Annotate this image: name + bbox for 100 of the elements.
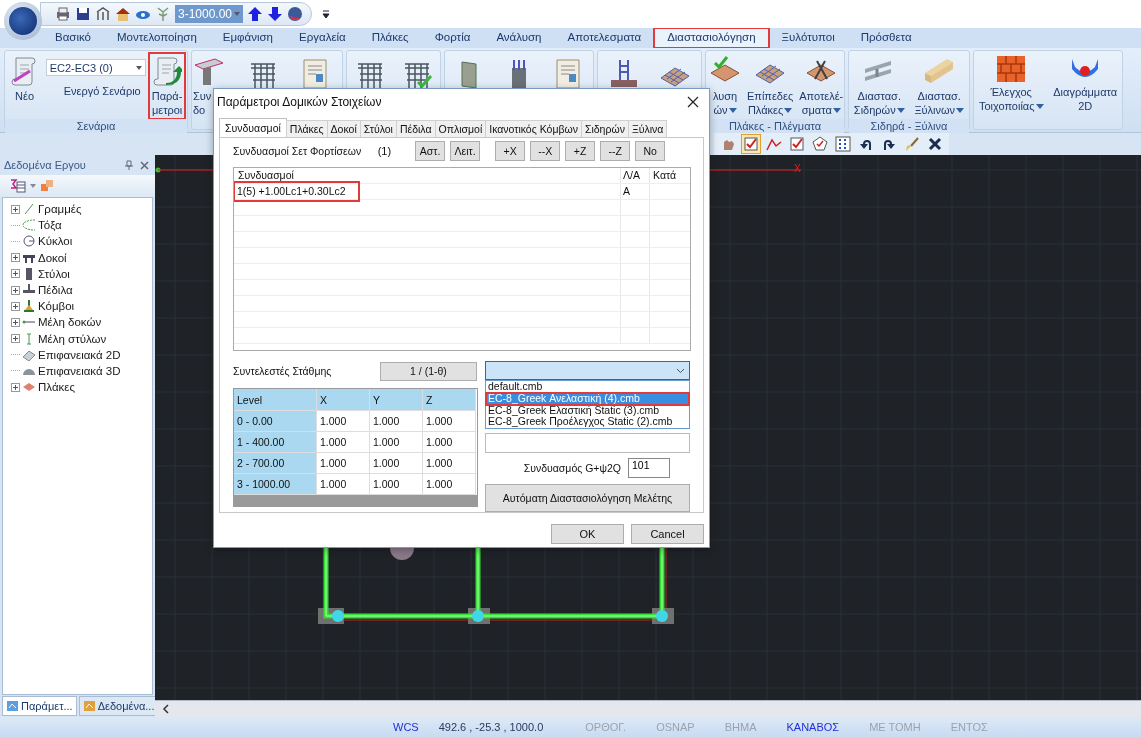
ribbon-button[interactable]: Διαγράμματα 2D <box>1050 53 1121 115</box>
tree-item[interactable]: Επιφανειακά 3D <box>38 364 121 377</box>
dialog-tab[interactable]: Ικανοτικός Κόμβων <box>485 120 582 137</box>
menu-tab[interactable]: Πρόσθετα <box>847 28 925 48</box>
ribbon-button[interactable]: Αποτελέ- σματα <box>796 53 847 119</box>
load-set-button[interactable]: +Z <box>565 141 596 161</box>
expand-icon[interactable] <box>11 382 20 392</box>
field-label: Συνδυασμοί Σετ Φορτίσεων <box>233 145 362 157</box>
pin-icon[interactable] <box>124 160 134 170</box>
menu-tab[interactable]: Εργαλεία <box>286 28 359 48</box>
ribbon-button[interactable]: Παρά- μετροι <box>148 53 186 119</box>
table-cell[interactable]: 1.000 <box>423 453 476 474</box>
load-set-button[interactable]: No <box>635 141 666 161</box>
table-cell[interactable]: 1.000 <box>423 411 476 432</box>
combination-row[interactable]: 1(5) +1.00Lc1+0.30Lc2 <box>235 183 358 200</box>
combination-number-field[interactable]: 101 <box>628 458 670 478</box>
tree-item[interactable]: Επιφανειακά 2D <box>38 348 121 361</box>
frame-icon[interactable] <box>95 6 111 22</box>
printer-icon[interactable] <box>55 6 71 22</box>
caret-icon <box>896 107 905 113</box>
table-cell[interactable]: 1.000 <box>370 432 423 453</box>
up-arrow-icon[interactable] <box>247 6 263 22</box>
caret-icon[interactable] <box>30 184 36 188</box>
save-icon[interactable] <box>75 6 91 22</box>
menu-tab[interactable]: Μοντελοποίηση <box>104 28 210 48</box>
dialog-tab[interactable]: Στύλοι <box>359 120 397 137</box>
toolbar-button[interactable] <box>787 134 807 154</box>
tree-item[interactable]: Μέλη στύλων <box>38 332 107 345</box>
tree-item[interactable]: Τόξα <box>38 219 62 232</box>
column-header: X <box>317 389 370 411</box>
status-toggle[interactable]: ΚΑΝΑΒΟΣ <box>786 721 840 733</box>
ribbon-button[interactable]: Διαστασ. Σιδηρών <box>850 53 908 119</box>
load-set-button[interactable]: +X <box>495 141 526 161</box>
menu-tab[interactable]: Ανάλυση <box>483 28 555 48</box>
dialog-tab[interactable]: Ξύλινα <box>627 120 668 137</box>
theta-button[interactable]: 1 / (1-θ) <box>380 361 477 381</box>
tree-item[interactable]: Στύλοι <box>38 267 70 280</box>
dialog-tab[interactable]: Πλάκες <box>285 120 328 137</box>
menu-tab[interactable]: Βασικό <box>42 28 104 48</box>
status-toggle[interactable]: WCS <box>393 721 419 733</box>
file-dropdown[interactable] <box>485 361 690 380</box>
menu-tab[interactable]: Ξυλότυποι <box>768 28 848 48</box>
table-sum-icon[interactable] <box>10 179 26 193</box>
menu-tab[interactable]: Εμφάνιση <box>209 28 286 48</box>
load-set-button[interactable]: Αστ. <box>415 141 446 161</box>
tree-item[interactable]: Κόμβοι <box>38 300 75 313</box>
menu-tab[interactable]: Αποτελεσματα <box>554 28 655 48</box>
dropdown-option[interactable]: default.cmb <box>486 381 689 393</box>
table-cell[interactable]: 1.000 <box>317 432 370 453</box>
brush-icon <box>904 136 920 152</box>
scenario-combo[interactable]: EC2-EC3 (0) <box>45 59 146 76</box>
dropdown-option[interactable]: EC-8_Greek Προέλεγχος Static (2).cmb <box>486 416 689 429</box>
tree-item[interactable]: Μέλη δοκών <box>38 316 102 329</box>
load-set-button[interactable]: Λειτ. <box>450 141 481 161</box>
scroll-arrow-icon <box>152 55 183 87</box>
ribbon-button[interactable]: Νέο <box>6 53 43 105</box>
table-cell[interactable]: 1.000 <box>370 411 423 432</box>
tree-item[interactable]: Πλάκες <box>38 381 75 394</box>
load-set-button[interactable]: --Z <box>600 141 631 161</box>
dropdown-option[interactable]: EC-8_Greek Ελαστική Static (3).cmb <box>486 404 689 417</box>
globe-icon[interactable] <box>287 6 303 22</box>
ribbon-button[interactable]: Έλεγχος Τοιχοποιίας <box>975 53 1047 115</box>
dialog-tab[interactable]: Συνδυασμοί <box>219 118 287 137</box>
dialog-tab[interactable]: Πέδιλα <box>395 120 436 137</box>
auto-design-button[interactable]: Αυτόματη Διαστασιολόγηση Μελέτης <box>485 484 690 512</box>
ok-button[interactable]: OK <box>551 524 624 544</box>
expand-icon[interactable] <box>11 204 20 214</box>
panel-tab[interactable]: Παράμετ... <box>2 696 77 716</box>
dialog-tab[interactable]: Οπλισμοί <box>434 120 487 137</box>
ribbon-button[interactable]: Επίπεδες Πλάκες <box>744 53 797 119</box>
tree-item[interactable]: Πέδιλα <box>38 284 73 297</box>
toolbar-button[interactable] <box>833 134 853 154</box>
tree-icon[interactable] <box>155 6 171 22</box>
tree-item[interactable]: Δοκοί <box>38 251 67 264</box>
tree-item[interactable]: Γραμμές <box>38 203 82 216</box>
house-icon[interactable] <box>115 6 131 22</box>
table-cell[interactable]: 1.000 <box>423 432 476 453</box>
caret-icon <box>784 107 793 113</box>
table-cell[interactable]: 1.000 <box>317 411 370 432</box>
menu-tab[interactable]: Διαστασιολόγηση <box>654 28 769 48</box>
cancel-button[interactable]: Cancel <box>631 524 704 544</box>
caret-icon <box>1035 103 1044 109</box>
ribbon-button[interactable]: Διαστασ. Ξύλινων <box>911 53 968 119</box>
text-field[interactable] <box>485 433 690 453</box>
close-icon[interactable] <box>687 96 699 108</box>
toolbar-button[interactable] <box>810 134 830 154</box>
toolbar-button[interactable] <box>741 134 761 154</box>
dialog-tab[interactable]: Σιδηρών <box>580 120 629 137</box>
tree-item[interactable]: Κύκλοι <box>38 235 73 248</box>
table-cell[interactable]: 1.000 <box>370 453 423 474</box>
chevron-down-icon <box>676 367 685 374</box>
menu-tab[interactable]: Φορτία <box>421 28 484 48</box>
menu-tab[interactable]: Πλάκες <box>358 28 422 48</box>
dialog-tab[interactable]: Δοκοί <box>326 120 361 137</box>
load-set-button[interactable]: --X <box>530 141 561 161</box>
down-arrow-icon[interactable] <box>267 6 283 22</box>
table-cell[interactable]: 1.000 <box>317 453 370 474</box>
application-menu-button[interactable] <box>4 2 42 40</box>
coordinates: 492.6 , -25.3 , 1000.0 <box>438 721 544 733</box>
customize-icon[interactable] <box>322 9 330 19</box>
